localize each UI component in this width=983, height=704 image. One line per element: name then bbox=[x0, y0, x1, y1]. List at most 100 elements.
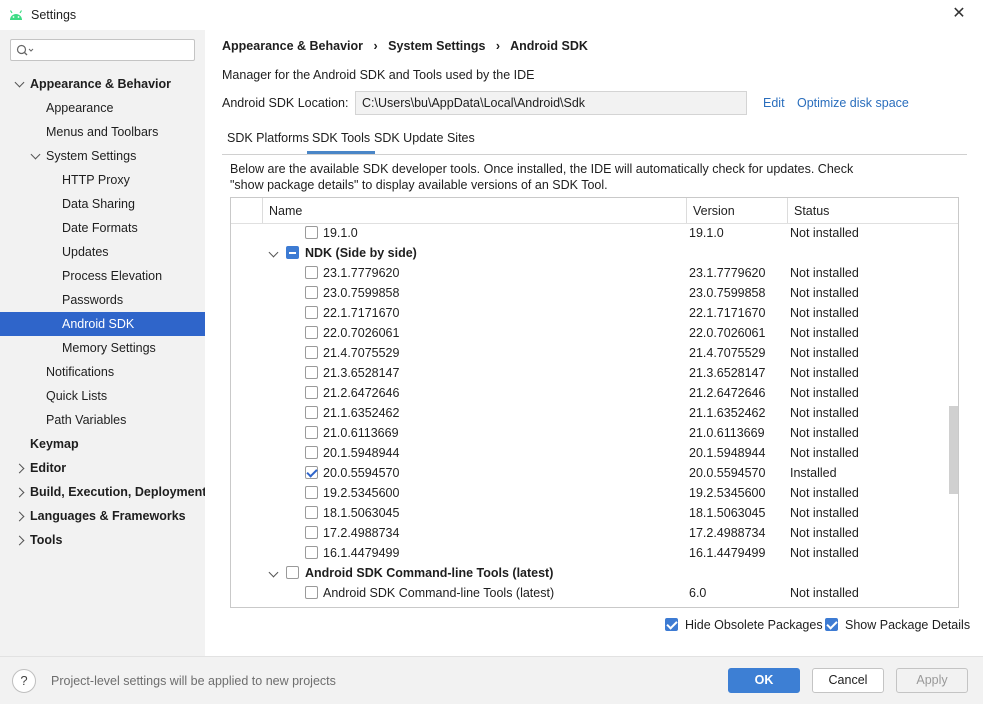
column-header-status[interactable]: Status bbox=[794, 198, 829, 223]
row-checkbox[interactable] bbox=[305, 486, 318, 499]
row-checkbox[interactable] bbox=[305, 306, 318, 319]
search-field[interactable] bbox=[37, 42, 191, 60]
table-row[interactable]: 21.2.6472646 21.2.6472646 Not installed bbox=[231, 383, 947, 403]
sidebar-item-date-formats[interactable]: Date Formats bbox=[0, 216, 205, 240]
table-row[interactable]: 17.2.4988734 17.2.4988734 Not installed bbox=[231, 523, 947, 543]
sidebar-item-memory-settings[interactable]: Memory Settings bbox=[0, 336, 205, 360]
row-checkbox[interactable] bbox=[305, 386, 318, 399]
sidebar-item-build-execution-deployment[interactable]: Build, Execution, Deployment bbox=[0, 480, 206, 504]
table-row[interactable]: 20.1.5948944 20.1.5948944 Not installed bbox=[231, 443, 947, 463]
table-row[interactable]: Android SDK Command-line Tools (latest) 6… bbox=[231, 583, 947, 603]
sidebar-item-appearance[interactable]: Appearance bbox=[0, 96, 205, 120]
chevron-down-icon[interactable] bbox=[268, 567, 279, 578]
group-checkbox[interactable] bbox=[286, 246, 299, 259]
cell-status: Not installed bbox=[790, 486, 859, 500]
sidebar-item-system-settings[interactable]: System Settings bbox=[0, 144, 205, 168]
sidebar-item-updates[interactable]: Updates bbox=[0, 240, 205, 264]
ok-button[interactable]: OK bbox=[728, 668, 800, 693]
cell-status: Installed bbox=[790, 466, 837, 480]
row-checkbox[interactable] bbox=[305, 266, 318, 279]
title-bar: Settings ✕ bbox=[0, 0, 983, 30]
sdk-tools-table: 20.0.520.0.5Not installed19.1.019.1.0Not… bbox=[230, 197, 959, 608]
show-details-checkbox[interactable] bbox=[825, 618, 838, 631]
row-checkbox[interactable] bbox=[305, 466, 318, 479]
table-row[interactable]: 21.3.6528147 21.3.6528147 Not installed bbox=[231, 363, 947, 383]
sdk-location-field[interactable]: C:\Users\bu\AppData\Local\Android\Sdk bbox=[355, 91, 747, 115]
table-row[interactable]: 20.0.5594570 20.0.5594570 Installed bbox=[231, 463, 947, 483]
cell-version: 20.0.5594570 bbox=[689, 466, 766, 480]
sidebar-item-menus-and-toolbars[interactable]: Menus and Toolbars bbox=[0, 120, 205, 144]
chevron-down-icon[interactable] bbox=[14, 77, 25, 88]
row-checkbox[interactable] bbox=[305, 406, 318, 419]
cell-name: 19.2.5345600 bbox=[323, 486, 400, 500]
sidebar-item-process-elevation[interactable]: Process Elevation bbox=[0, 264, 205, 288]
sidebar-item-label: Updates bbox=[62, 245, 109, 259]
sidebar-item-languages-frameworks[interactable]: Languages & Frameworks bbox=[0, 504, 205, 528]
close-icon[interactable]: ✕ bbox=[951, 6, 967, 22]
sidebar-item-appearance-behavior[interactable]: Appearance & Behavior bbox=[0, 72, 205, 96]
tab-sdk-platforms[interactable]: SDK Platforms bbox=[227, 126, 309, 154]
cancel-button[interactable]: Cancel bbox=[812, 668, 884, 693]
tab-sdk-update-sites[interactable]: SDK Update Sites bbox=[374, 126, 475, 154]
sidebar-item-data-sharing[interactable]: Data Sharing bbox=[0, 192, 205, 216]
group-name: Android SDK Command-line Tools (latest) bbox=[305, 566, 554, 580]
sidebar-item-quick-lists[interactable]: Quick Lists bbox=[0, 384, 205, 408]
chevron-right-icon[interactable] bbox=[14, 487, 25, 498]
search-input[interactable] bbox=[10, 39, 195, 61]
optimize-disk-space-link[interactable]: Optimize disk space bbox=[797, 96, 909, 110]
row-checkbox[interactable] bbox=[305, 446, 318, 459]
table-group-row[interactable]: Android SDK Command-line Tools (latest) bbox=[231, 563, 947, 583]
breadcrumb-item-system-settings[interactable]: System Settings bbox=[388, 39, 485, 53]
sidebar-item-keymap[interactable]: Keymap bbox=[0, 432, 205, 456]
table-row[interactable]: 21.1.6352462 21.1.6352462 Not installed bbox=[231, 403, 947, 423]
table-row[interactable]: 21.4.7075529 21.4.7075529 Not installed bbox=[231, 343, 947, 363]
table-group-row[interactable]: NDK (Side by side) bbox=[231, 243, 947, 263]
sidebar-item-label: Date Formats bbox=[62, 221, 138, 235]
table-scrollbar[interactable] bbox=[947, 224, 958, 607]
table-row[interactable]: 16.1.4479499 16.1.4479499 Not installed bbox=[231, 543, 947, 563]
row-checkbox[interactable] bbox=[305, 286, 318, 299]
table-row[interactable]: 21.0.6113669 21.0.6113669 Not installed bbox=[231, 423, 947, 443]
row-checkbox[interactable] bbox=[305, 366, 318, 379]
scrollbar-thumb[interactable] bbox=[949, 406, 958, 494]
row-checkbox[interactable] bbox=[305, 346, 318, 359]
table-row[interactable]: 19.1.0 19.1.0 Not installed bbox=[231, 223, 947, 243]
group-checkbox[interactable] bbox=[286, 566, 299, 579]
group-name: NDK (Side by side) bbox=[305, 246, 417, 260]
help-icon[interactable]: ? bbox=[12, 669, 36, 693]
tab-sdk-tools[interactable]: SDK Tools bbox=[307, 126, 376, 154]
breadcrumb-item-appearance[interactable]: Appearance & Behavior bbox=[222, 39, 363, 53]
chevron-down-icon[interactable] bbox=[268, 247, 279, 258]
apply-button[interactable]: Apply bbox=[896, 668, 968, 693]
chevron-right-icon[interactable] bbox=[14, 535, 25, 546]
row-checkbox[interactable] bbox=[305, 226, 318, 239]
row-checkbox[interactable] bbox=[305, 326, 318, 339]
row-checkbox[interactable] bbox=[305, 546, 318, 559]
table-row[interactable]: 23.1.7779620 23.1.7779620 Not installed bbox=[231, 263, 947, 283]
table-row[interactable]: 22.1.7171670 22.1.7171670 Not installed bbox=[231, 303, 947, 323]
sidebar-item-notifications[interactable]: Notifications bbox=[0, 360, 205, 384]
table-row[interactable]: 18.1.5063045 18.1.5063045 Not installed bbox=[231, 503, 947, 523]
column-header-name[interactable]: Name bbox=[269, 198, 302, 223]
row-checkbox[interactable] bbox=[305, 506, 318, 519]
sidebar-item-editor[interactable]: Editor bbox=[0, 456, 205, 480]
table-row[interactable]: 22.0.7026061 22.0.7026061 Not installed bbox=[231, 323, 947, 343]
sidebar-item-android-sdk[interactable]: Android SDK bbox=[0, 312, 205, 336]
row-checkbox[interactable] bbox=[305, 426, 318, 439]
sidebar-item-tools[interactable]: Tools bbox=[0, 528, 205, 552]
table-row[interactable]: 19.2.5345600 19.2.5345600 Not installed bbox=[231, 483, 947, 503]
cell-version: 16.1.4479499 bbox=[689, 546, 766, 560]
sidebar-item-label: Appearance bbox=[46, 101, 114, 115]
hide-obsolete-checkbox[interactable] bbox=[665, 618, 678, 631]
table-row[interactable]: 23.0.7599858 23.0.7599858 Not installed bbox=[231, 283, 947, 303]
sidebar-item-passwords[interactable]: Passwords bbox=[0, 288, 205, 312]
column-header-version[interactable]: Version bbox=[693, 198, 735, 223]
chevron-right-icon[interactable] bbox=[14, 463, 25, 474]
chevron-right-icon[interactable] bbox=[14, 511, 25, 522]
edit-link[interactable]: Edit bbox=[763, 96, 785, 110]
sidebar-item-path-variables[interactable]: Path Variables bbox=[0, 408, 205, 432]
row-checkbox[interactable] bbox=[305, 586, 318, 599]
sidebar-item-http-proxy[interactable]: HTTP Proxy bbox=[0, 168, 205, 192]
chevron-down-icon[interactable] bbox=[30, 149, 41, 160]
row-checkbox[interactable] bbox=[305, 526, 318, 539]
